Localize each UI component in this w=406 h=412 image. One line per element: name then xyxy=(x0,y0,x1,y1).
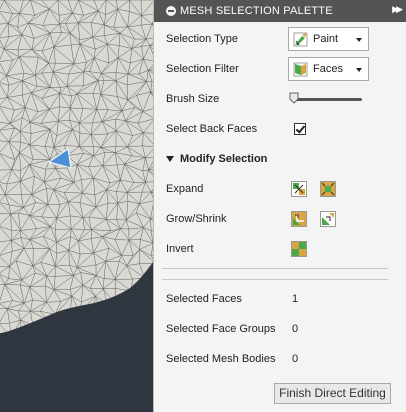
shrink-icon[interactable] xyxy=(320,211,336,227)
paint-brush-icon xyxy=(293,32,308,47)
selection-type-row: Selection Type Paint xyxy=(154,24,406,54)
collapse-palette-icon[interactable] xyxy=(166,6,176,16)
selection-type-dropdown[interactable]: Paint xyxy=(288,27,369,51)
invert-label: Invert xyxy=(166,243,194,255)
modify-selection-title: Modify Selection xyxy=(180,153,268,165)
selected-face-groups-row: Selected Face Groups 0 xyxy=(154,314,406,344)
invert-icon[interactable] xyxy=(291,241,307,257)
expand-label: Expand xyxy=(166,183,204,195)
grow-shrink-row: Grow/Shrink xyxy=(154,204,406,234)
modify-selection-header[interactable]: Modify Selection xyxy=(154,144,406,174)
chevron-down-icon xyxy=(356,68,362,72)
finish-direct-editing-button[interactable]: Finish Direct Editing xyxy=(274,383,391,404)
selected-mesh-bodies-label: Selected Mesh Bodies xyxy=(166,353,276,365)
selected-mesh-bodies-count: 0 xyxy=(292,353,299,365)
select-back-faces-checkbox[interactable] xyxy=(294,123,306,135)
chevron-down-icon xyxy=(356,38,362,42)
divider xyxy=(162,279,388,280)
expand-palette-icon[interactable]: ▶▶ xyxy=(392,4,403,15)
selection-filter-dropdown[interactable]: Faces xyxy=(288,57,369,81)
grow-icon[interactable] xyxy=(291,211,307,227)
mesh-selection-palette: MESH SELECTION PALETTE ▶▶ Selection Type… xyxy=(153,0,406,412)
selection-type-label: Selection Type xyxy=(166,33,238,45)
selection-type-value: Paint xyxy=(313,33,339,45)
brush-size-slider-thumb[interactable] xyxy=(289,92,299,104)
faces-filter-icon xyxy=(293,62,308,77)
invert-row: Invert xyxy=(154,234,406,264)
palette-title: MESH SELECTION PALETTE xyxy=(180,5,333,17)
selected-faces-label: Selected Faces xyxy=(166,293,242,305)
selected-faces-row: Selected Faces 1 xyxy=(154,284,406,314)
selected-face-groups-label: Selected Face Groups xyxy=(166,323,276,335)
selection-filter-label: Selection Filter xyxy=(166,63,239,75)
mesh-viewport[interactable] xyxy=(0,0,153,412)
palette-title-bar[interactable]: MESH SELECTION PALETTE ▶▶ xyxy=(154,0,406,22)
select-back-faces-row: Select Back Faces xyxy=(154,114,406,144)
selected-mesh-bodies-row: Selected Mesh Bodies 0 xyxy=(154,344,406,374)
expand-grow-icon[interactable] xyxy=(320,181,336,197)
selected-faces-count: 1 xyxy=(292,293,299,305)
brush-size-label: Brush Size xyxy=(166,93,220,105)
section-collapse-icon[interactable] xyxy=(166,156,174,162)
grow-shrink-label: Grow/Shrink xyxy=(166,213,227,225)
expand-shrink-icon[interactable] xyxy=(291,181,307,197)
selection-filter-value: Faces xyxy=(313,63,343,75)
selected-face-groups-count: 0 xyxy=(292,323,299,335)
expand-row: Expand xyxy=(154,174,406,204)
selection-filter-row: Selection Filter Faces xyxy=(154,54,406,84)
divider xyxy=(162,268,388,269)
brush-size-row: Brush Size xyxy=(154,84,406,114)
brush-size-slider-track[interactable] xyxy=(292,98,362,101)
select-back-faces-label: Select Back Faces xyxy=(166,123,258,135)
mesh-canvas[interactable] xyxy=(0,0,153,412)
